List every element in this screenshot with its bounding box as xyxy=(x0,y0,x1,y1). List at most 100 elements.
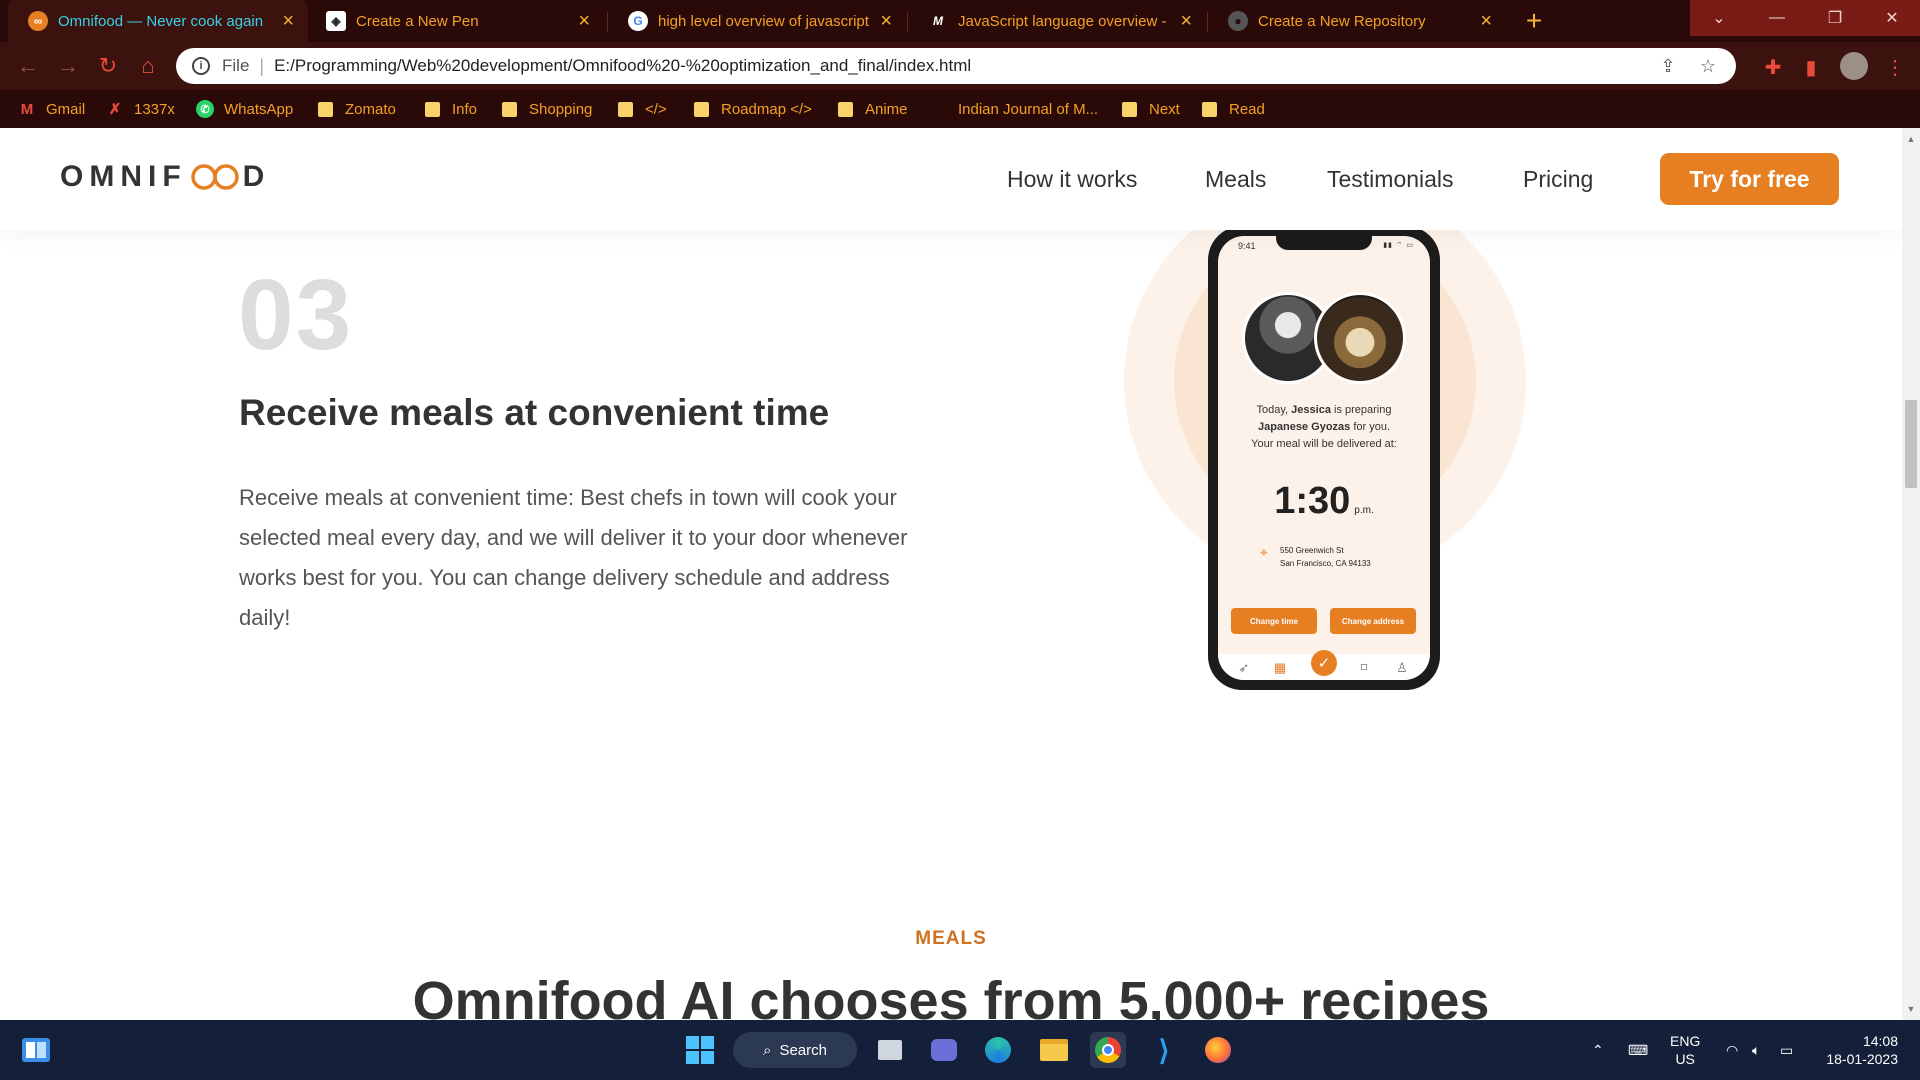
bookmark-label: Anime xyxy=(865,100,908,118)
mdn-icon: M xyxy=(933,14,943,28)
close-tab-icon[interactable]: × xyxy=(578,11,590,31)
phone-mockup: 9:41 ▮▮ ⌔ ▭ Today, Jessica is preparing … xyxy=(1208,226,1440,690)
taskbar-search[interactable]: ⌕ Search xyxy=(733,1032,857,1068)
edge-icon[interactable] xyxy=(980,1032,1016,1068)
home-button[interactable]: ⌂ xyxy=(132,50,164,82)
bookmark-label: Info xyxy=(452,100,478,118)
tab-github[interactable]: ● Create a New Repository × xyxy=(1208,0,1506,42)
extensions-icon[interactable]: ✚ xyxy=(1760,54,1786,80)
close-window-button[interactable]: ✕ xyxy=(1864,0,1920,36)
avatar[interactable] xyxy=(1840,52,1868,80)
close-tab-icon[interactable]: × xyxy=(880,11,892,31)
bookmark-code[interactable]: </> xyxy=(618,90,667,128)
tab-codepen[interactable]: ◈ Create a New Pen × xyxy=(306,0,604,42)
star-icon[interactable]: ☆ xyxy=(1696,54,1720,78)
teams-chat-icon[interactable] xyxy=(926,1032,962,1068)
restore-button[interactable]: ❐ xyxy=(1806,0,1864,36)
bookmark-next[interactable]: Next xyxy=(1122,90,1180,128)
taskbar: ⌕ Search ⟩ ⌃ ⌨ ENG US ◠ 🔈︎ ▭ 14:08 18-01… xyxy=(0,1020,1920,1080)
menu-icon[interactable]: ⋮ xyxy=(1882,54,1908,80)
chrome-icon[interactable] xyxy=(1090,1032,1126,1068)
minimize-icon: — xyxy=(1769,9,1785,26)
nav-pricing[interactable]: Pricing xyxy=(1523,166,1593,193)
vscode-icon[interactable]: ⟩ xyxy=(1146,1032,1182,1068)
scroll-up-icon[interactable]: ▲ xyxy=(1906,134,1916,144)
bookmark-1337x[interactable]: ✗ 1337x xyxy=(106,90,175,128)
site-header: OMNIF D How it works Meals Testimonials … xyxy=(0,128,1902,230)
show-hidden-icons[interactable]: ⌃ xyxy=(1592,1020,1604,1080)
reload-button[interactable]: ↻ xyxy=(92,50,124,82)
tab-title: JavaScript language overview - Ja xyxy=(958,12,1171,30)
meals-heading: Omnifood AI chooses from 5,000+ recipes xyxy=(412,971,1490,1020)
arrow-left-icon: ← xyxy=(17,53,39,78)
bookmark-gmail[interactable]: M Gmail xyxy=(18,90,85,128)
windows-logo-icon xyxy=(686,1036,714,1064)
omnifood-logo[interactable]: OMNIF D xyxy=(60,160,270,194)
logo-text-end: D xyxy=(242,160,271,193)
task-view-icon[interactable] xyxy=(872,1032,908,1068)
bookmark-info[interactable]: Info xyxy=(425,90,477,128)
home-icon: ⌂ xyxy=(141,53,155,78)
minimize-button[interactable]: — xyxy=(1748,0,1806,36)
user-icon: ♙ xyxy=(1396,660,1408,675)
close-tab-icon[interactable]: × xyxy=(1180,11,1192,31)
step-description: Receive meals at convenient time: Best c… xyxy=(239,485,908,630)
firefox-icon[interactable] xyxy=(1200,1032,1236,1068)
close-tab-icon[interactable]: × xyxy=(1480,11,1492,31)
tab-search-button[interactable]: ⌄ xyxy=(1690,0,1748,36)
scheme-label: File xyxy=(222,56,250,75)
clock[interactable]: 14:08 18-01-2023 xyxy=(1822,1020,1898,1080)
forward-button[interactable]: → xyxy=(52,50,84,82)
bookmark-label: Shopping xyxy=(529,100,593,118)
check-icon: ✓ xyxy=(1311,650,1337,676)
bookmark-journal[interactable]: Indian Journal of M... xyxy=(958,90,1098,128)
step-number: 03 xyxy=(238,259,354,371)
nav-testimonials[interactable]: Testimonials xyxy=(1327,166,1454,193)
try-for-free-button[interactable]: Try for free xyxy=(1660,153,1839,205)
side-panel-icon[interactable]: ▮ xyxy=(1798,54,1824,80)
battery-icon[interactable]: ▭ xyxy=(1780,1020,1793,1080)
bookmark-label: 1337x xyxy=(134,100,175,118)
step-title: Receive meals at convenient time xyxy=(239,392,830,433)
language-indicator[interactable]: ENG US xyxy=(1670,1020,1700,1080)
wifi-icon[interactable]: ◠ xyxy=(1726,1020,1738,1080)
scroll-thumb[interactable] xyxy=(1905,400,1917,488)
chevron-down-icon: ⌄ xyxy=(1712,10,1726,27)
tab-mdn[interactable]: M JavaScript language overview - Ja × xyxy=(908,0,1206,42)
bookmark-anime[interactable]: Anime xyxy=(838,90,908,128)
address-bar[interactable]: i File | E:/Programming/Web%20developmen… xyxy=(176,48,1736,84)
bookmark-roadmap[interactable]: Roadmap </> xyxy=(694,90,812,128)
tab-google[interactable]: G high level overview of javascript × xyxy=(608,0,906,42)
reload-icon: ↻ xyxy=(98,53,118,78)
back-button[interactable]: ← xyxy=(12,50,44,82)
phone-screen: 9:41 ▮▮ ⌔ ▭ Today, Jessica is preparing … xyxy=(1218,236,1430,680)
nav-meals[interactable]: Meals xyxy=(1205,166,1266,193)
bookmark-read[interactable]: Read xyxy=(1202,90,1265,128)
widgets-icon[interactable] xyxy=(18,1032,54,1068)
volume-icon[interactable]: 🔈︎ xyxy=(1752,1020,1760,1080)
bookmark-shopping[interactable]: Shopping xyxy=(502,90,592,128)
address-line-1: 550 Greenwich St xyxy=(1280,546,1344,555)
bookmark-label: WhatsApp xyxy=(224,100,294,118)
location-pin-icon: ⌖ xyxy=(1260,544,1268,560)
file-explorer-icon[interactable] xyxy=(1036,1032,1072,1068)
bookmark-icon: ⌑ xyxy=(1360,660,1368,675)
bookmark-whatsapp[interactable]: ✆ WhatsApp xyxy=(196,90,293,128)
new-tab-button[interactable]: + xyxy=(1519,6,1549,36)
keyboard-icon[interactable]: ⌨ xyxy=(1628,1020,1648,1080)
start-button[interactable] xyxy=(682,1032,718,1068)
info-icon[interactable]: i xyxy=(192,57,210,75)
nav-how-it-works[interactable]: How it works xyxy=(1007,166,1137,193)
url-text[interactable]: E:/Programming/Web%20development/Omnifoo… xyxy=(274,56,1656,76)
share-icon[interactable]: ⇪ xyxy=(1656,54,1680,78)
keyboard-layout: US xyxy=(1675,1051,1695,1067)
tab-omnifood[interactable]: ∞ Omnifood — Never cook again × xyxy=(8,0,308,42)
bookmark-zomato[interactable]: Zomato xyxy=(318,90,396,128)
meals-subheading: MEALS xyxy=(915,928,987,949)
bookmark-label: Next xyxy=(1149,100,1180,118)
close-tab-icon[interactable]: × xyxy=(282,11,294,31)
bookmarks-bar: M Gmail ✗ 1337x ✆ WhatsApp Zomato Info S… xyxy=(0,90,1920,128)
scroll-down-icon[interactable]: ▼ xyxy=(1906,1004,1916,1014)
page-scrollbar[interactable]: ▲ ▼ xyxy=(1902,128,1920,1020)
arrow-right-icon: → xyxy=(57,53,79,78)
